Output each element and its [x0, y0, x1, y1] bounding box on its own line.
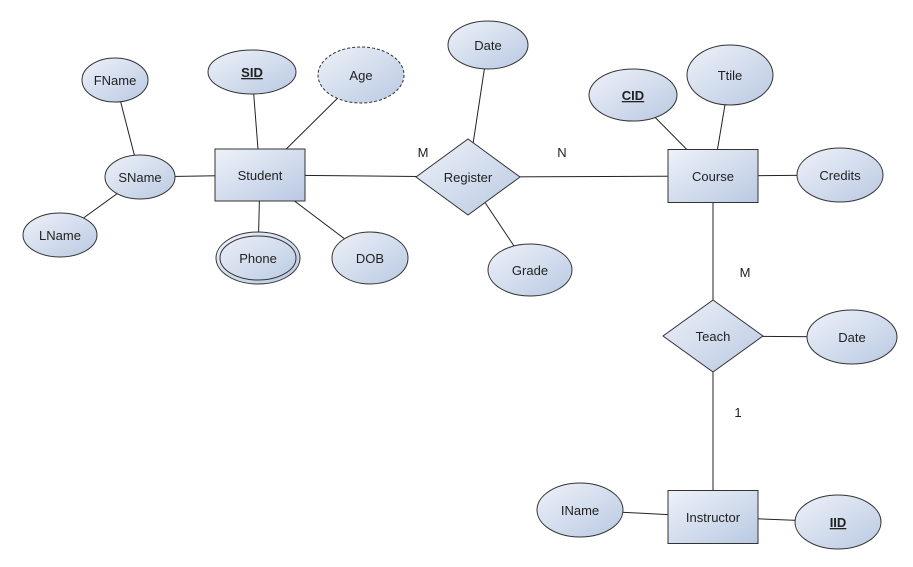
- entity-instructor[interactable]: Instructor: [667, 490, 759, 544]
- relationship-register[interactable]: Register: [415, 138, 521, 216]
- attribute-grade[interactable]: Grade: [487, 243, 573, 297]
- attribute-credits[interactable]: Credits: [796, 147, 884, 203]
- entity-course[interactable]: Course: [667, 149, 759, 203]
- derived-attribute-age[interactable]: Age: [317, 46, 405, 104]
- node-label: Teach: [696, 329, 731, 344]
- node-label: Age: [349, 68, 372, 83]
- er-diagram: M N M 1 FName SName LName SID Age Student Phone DO…: [0, 0, 913, 567]
- attribute-lname[interactable]: LName: [22, 212, 98, 258]
- attribute-iname[interactable]: IName: [536, 482, 624, 538]
- attribute-dob[interactable]: DOB: [331, 231, 409, 285]
- key-attribute-iid[interactable]: IID: [794, 494, 882, 550]
- node-label: Register: [444, 170, 493, 185]
- key-attribute-cid[interactable]: CID: [588, 68, 678, 122]
- node-label: DOB: [356, 251, 384, 266]
- entity-student[interactable]: Student: [214, 148, 306, 202]
- node-label: Student: [238, 168, 283, 183]
- cardinality-label: M: [418, 145, 429, 160]
- node-label: SID: [241, 65, 263, 80]
- node-label: IName: [561, 503, 599, 518]
- attribute-title[interactable]: Ttile: [686, 44, 774, 106]
- node-label: CID: [622, 88, 644, 103]
- attribute-sname[interactable]: SName: [104, 154, 176, 200]
- node-label: Ttile: [718, 68, 743, 83]
- multivalued-attribute-phone[interactable]: Phone: [215, 231, 301, 285]
- er-diagram-canvas: M N M 1 FName SName LName SID Age Student Phone DO…: [22, 20, 898, 550]
- attribute-teachdate[interactable]: Date: [806, 309, 898, 365]
- attribute-fname[interactable]: FName: [81, 57, 149, 103]
- node-label: LName: [39, 228, 81, 243]
- node-label: Course: [692, 169, 734, 184]
- node-label: SName: [118, 170, 161, 185]
- node-label: FName: [94, 73, 137, 88]
- key-attribute-sid[interactable]: SID: [207, 49, 297, 95]
- node-label: Date: [838, 330, 865, 345]
- cardinality-label: 1: [734, 405, 741, 420]
- node-label: Grade: [512, 263, 548, 278]
- cardinality-label: N: [557, 145, 566, 160]
- node-label: Phone: [239, 251, 277, 266]
- relationship-teach[interactable]: Teach: [662, 299, 764, 373]
- node-label: Date: [474, 38, 501, 53]
- node-label: Credits: [819, 168, 861, 183]
- attribute-regdate[interactable]: Date: [447, 20, 529, 70]
- node-label: IID: [830, 515, 847, 530]
- cardinality-label: M: [740, 265, 751, 280]
- node-label: Instructor: [686, 510, 741, 525]
